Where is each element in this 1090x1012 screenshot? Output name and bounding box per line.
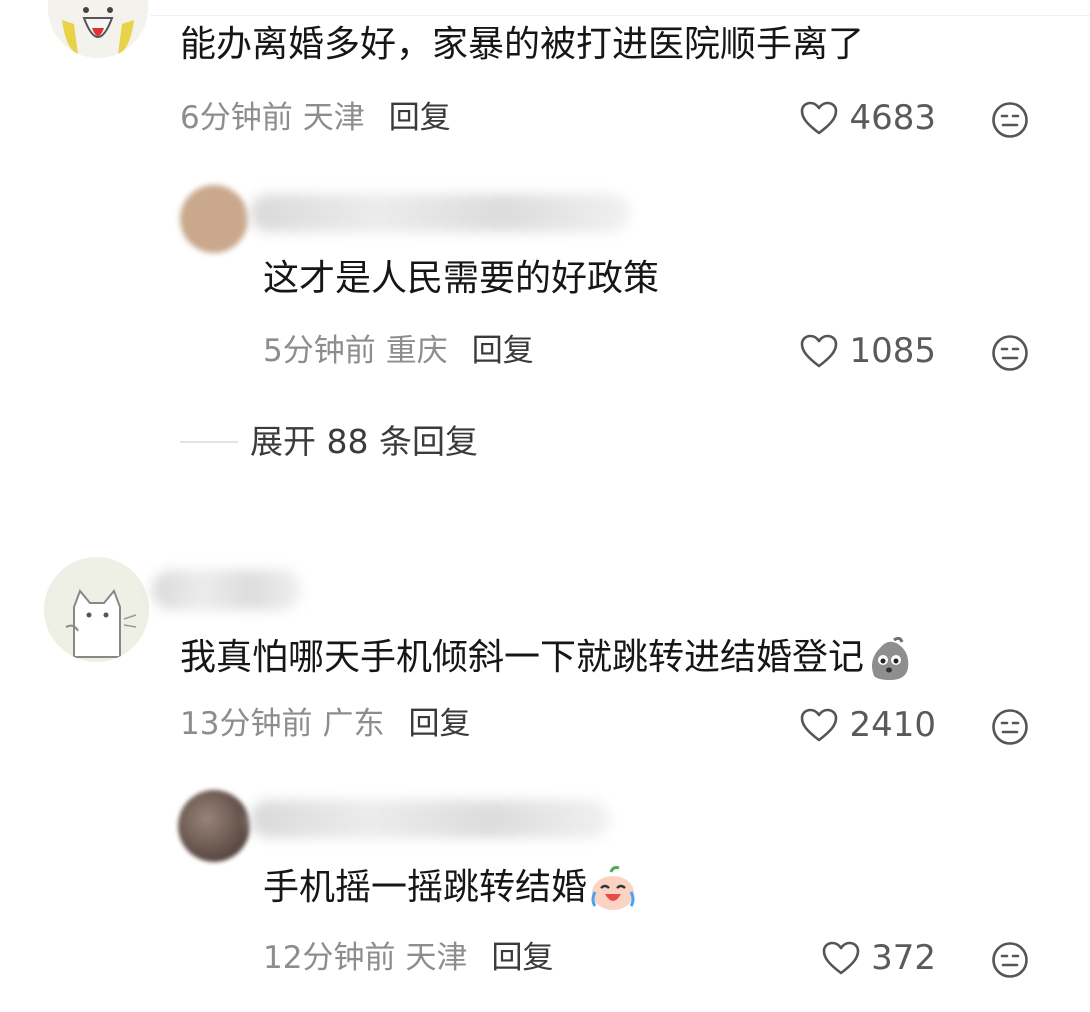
meh-face-icon[interactable]	[991, 101, 1029, 139]
comment-meta: 6分钟前 天津 回复	[180, 103, 451, 134]
heart-outline-icon	[801, 334, 838, 368]
avatar[interactable]	[178, 790, 250, 862]
comment-time: 13分钟前	[180, 706, 313, 742]
heart-outline-icon	[801, 101, 838, 135]
comment-text-content: 我真怕哪天手机倾斜一下就跳转进结婚登记	[180, 637, 865, 678]
like-button[interactable]: 2410	[799, 707, 936, 743]
like-count: 1085	[849, 331, 936, 371]
reply-button[interactable]: 回复	[491, 940, 553, 976]
comment-location: 广东	[322, 706, 385, 742]
reply-location: 重庆	[385, 333, 448, 369]
avatar[interactable]	[180, 185, 248, 253]
like-button[interactable]: 372	[821, 940, 936, 976]
reply-meta: 5分钟前 重庆 回复	[263, 336, 534, 367]
reply-time: 12分钟前	[263, 940, 396, 976]
avatar[interactable]	[48, 0, 148, 58]
comment-meta: 13分钟前 广东 回复	[180, 709, 470, 740]
reply-text: 手机摇一摇跳转结婚	[263, 866, 637, 912]
comment-location: 天津	[302, 100, 365, 136]
comment-text: 能办离婚多好，家暴的被打进医院顺手离了	[180, 24, 865, 65]
reply-button[interactable]: 回复	[408, 706, 470, 742]
reply-button[interactable]: 回复	[389, 100, 451, 136]
expand-divider	[180, 440, 238, 443]
meh-face-icon[interactable]	[991, 708, 1029, 746]
comment-time: 6分钟前	[180, 100, 293, 136]
cartoon-avatar-icon	[48, 0, 148, 58]
heart-outline-icon	[801, 708, 838, 742]
avatar[interactable]	[44, 557, 149, 662]
reply-location: 天津	[405, 940, 468, 976]
heart-outline-icon	[822, 941, 860, 975]
top-divider	[150, 15, 1090, 16]
like-count: 4683	[849, 98, 936, 138]
expand-replies-label: 展开 88 条回复	[250, 422, 478, 461]
username-blurred[interactable]	[152, 570, 302, 610]
like-button[interactable]: 1085	[799, 333, 936, 369]
laughing-crying-emoji	[591, 866, 635, 910]
cat-avatar-icon	[44, 557, 149, 662]
username-blurred[interactable]	[250, 194, 630, 232]
reply-button[interactable]: 回复	[472, 333, 534, 369]
reply-time: 5分钟前	[263, 333, 376, 369]
username-blurred[interactable]	[250, 800, 610, 838]
meh-face-icon[interactable]	[991, 941, 1029, 979]
like-button[interactable]: 4683	[799, 100, 936, 136]
expand-replies-button[interactable]: 展开 88 条回复	[180, 425, 478, 458]
reply-text: 这才是人民需要的好政策	[263, 258, 660, 299]
like-count: 2410	[849, 705, 936, 745]
reply-text-content: 手机摇一摇跳转结婚	[263, 867, 588, 908]
meh-face-icon[interactable]	[991, 334, 1029, 372]
comment-text: 我真怕哪天手机倾斜一下就跳转进结婚登记	[180, 636, 912, 682]
grey-blob-emoji	[872, 636, 909, 680]
like-count: 372	[871, 938, 936, 978]
reply-meta: 12分钟前 天津 回复	[263, 943, 553, 974]
